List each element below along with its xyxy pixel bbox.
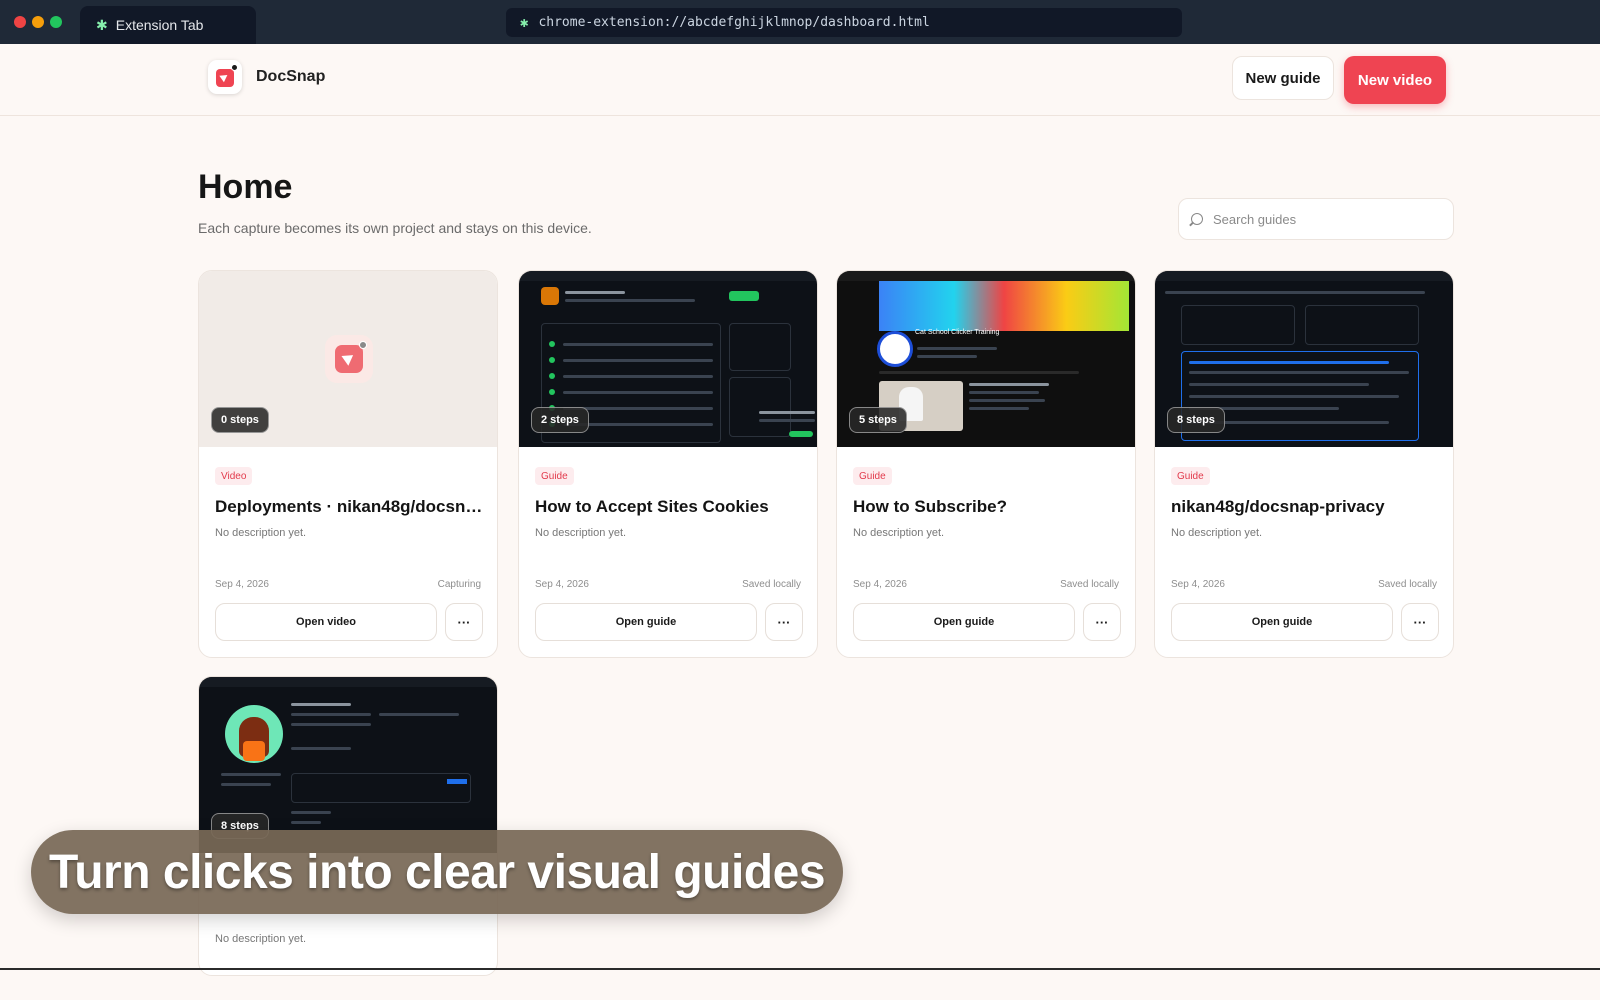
steps-badge: 5 steps: [849, 407, 907, 433]
more-options-button[interactable]: ···: [1083, 603, 1121, 641]
app-header: DocSnap New guide New video: [0, 44, 1600, 116]
card-title: How to Subscribe?: [853, 497, 1007, 516]
card-thumbnail[interactable]: Cat School Clicker Training 5 steps: [837, 271, 1135, 447]
card-description: No description yet.: [535, 527, 627, 539]
card-status: Saved locally: [1060, 579, 1119, 590]
puzzle-icon: ✱: [96, 17, 108, 33]
more-options-button[interactable]: ···: [1401, 603, 1439, 641]
card-thumbnail[interactable]: 2 steps: [519, 271, 817, 447]
steps-badge: 0 steps: [211, 407, 269, 433]
open-video-button[interactable]: Open video: [215, 603, 437, 641]
card-description: No description yet.: [853, 527, 945, 539]
steps-badge: 8 steps: [1167, 407, 1225, 433]
card-thumbnail[interactable]: 0 steps: [199, 271, 497, 447]
url-text: chrome-extension://abcdefghijklmnop/dash…: [538, 15, 930, 30]
open-guide-button[interactable]: Open guide: [1171, 603, 1393, 641]
caption-text: Turn clicks into clear visual guides: [48, 845, 826, 899]
browser-chrome: ✱ Extension Tab ✱ chrome-extension://abc…: [0, 0, 1600, 44]
open-guide-button[interactable]: Open guide: [535, 603, 757, 641]
card-thumbnail[interactable]: 8 steps: [1155, 271, 1453, 447]
type-tag: Guide: [1171, 467, 1210, 485]
docsnap-logo-icon: [325, 335, 373, 383]
open-guide-button[interactable]: Open guide: [853, 603, 1075, 641]
close-window-button[interactable]: [14, 16, 26, 28]
card-date: Sep 4, 2026: [535, 579, 589, 590]
docsnap-logo-icon: [208, 60, 242, 94]
project-card[interactable]: 0 steps Video Deployments · nikan48g/doc…: [198, 270, 498, 658]
more-options-button[interactable]: ···: [445, 603, 483, 641]
divider: [0, 968, 1600, 970]
minimize-window-button[interactable]: [32, 16, 44, 28]
more-options-button[interactable]: ···: [765, 603, 803, 641]
card-title: nikan48g/docsnap-privacy: [1171, 497, 1385, 516]
card-thumbnail[interactable]: 8 steps: [199, 677, 497, 853]
card-date: Sep 4, 2026: [853, 579, 907, 590]
steps-badge: 2 steps: [531, 407, 589, 433]
card-description: No description yet.: [1171, 527, 1263, 539]
type-tag: Guide: [853, 467, 892, 485]
card-date: Sep 4, 2026: [215, 579, 269, 590]
brand[interactable]: DocSnap: [208, 60, 325, 94]
search-icon: [1191, 213, 1203, 225]
card-date: Sep 4, 2026: [1171, 579, 1225, 590]
search-box[interactable]: [1178, 198, 1454, 240]
app-name: DocSnap: [256, 68, 326, 85]
card-status: Capturing: [437, 579, 481, 590]
type-tag: Guide: [535, 467, 574, 485]
card-status: Saved locally: [1378, 579, 1437, 590]
project-card[interactable]: 2 steps Guide How to Accept Sites Cookie…: [518, 270, 818, 658]
card-description: No description yet.: [215, 527, 307, 539]
card-description: No description yet.: [215, 933, 307, 945]
new-guide-button[interactable]: New guide: [1232, 56, 1334, 100]
project-card[interactable]: 8 steps Guide nikan48g/docsnap-privacy N…: [1154, 270, 1454, 658]
page-title: Home: [198, 168, 293, 206]
browser-tab[interactable]: ✱ Extension Tab: [80, 6, 256, 44]
address-bar[interactable]: ✱ chrome-extension://abcdefghijklmnop/da…: [506, 8, 1182, 37]
maximize-window-button[interactable]: [50, 16, 62, 28]
card-status: Saved locally: [742, 579, 801, 590]
new-video-button[interactable]: New video: [1344, 56, 1446, 104]
search-input[interactable]: [1213, 211, 1443, 227]
project-card[interactable]: Cat School Clicker Training 5 steps Guid…: [836, 270, 1136, 658]
card-title: How to Accept Sites Cookies: [535, 497, 769, 516]
puzzle-icon: ✱: [520, 14, 529, 31]
caption-banner: Turn clicks into clear visual guides: [31, 830, 843, 914]
project-card[interactable]: 8 steps No description yet.: [198, 676, 498, 976]
type-tag: Video: [215, 467, 253, 485]
thumb-channel-name: Cat School Clicker Training: [915, 329, 1000, 336]
tab-title: Extension Tab: [115, 17, 204, 33]
page-subtitle: Each capture becomes its own project and…: [198, 220, 592, 236]
card-title: Deployments · nikan48g/docsna...: [215, 497, 485, 516]
